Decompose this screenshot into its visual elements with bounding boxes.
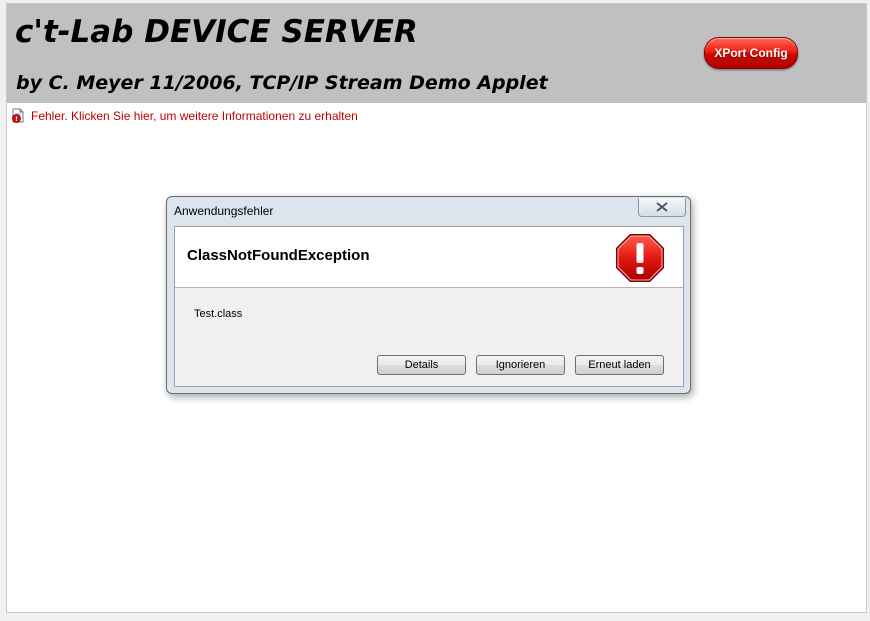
applet-error-link[interactable]: ! Fehler. Klicken Sie hier, um weitere I…	[11, 108, 358, 124]
page-title: c't-Lab DEVICE SERVER	[15, 14, 418, 50]
application-error-dialog: Anwendungsfehler ClassNotFoundException	[166, 196, 691, 394]
svg-text:!: !	[15, 115, 18, 123]
error-message: Test.class	[194, 308, 243, 320]
ignore-button[interactable]: Ignorieren	[476, 355, 565, 375]
exception-title: ClassNotFoundException	[187, 247, 370, 264]
details-button[interactable]: Details	[377, 355, 466, 375]
error-link-text: Fehler. Klicken Sie hier, um weitere Inf…	[31, 109, 358, 123]
reload-button[interactable]: Erneut laden	[575, 355, 664, 375]
dialog-header: ClassNotFoundException	[175, 227, 683, 288]
close-x-icon	[656, 202, 668, 212]
page-subtitle: by C. Meyer 11/2006, TCP/IP Stream Demo …	[16, 72, 548, 94]
dialog-body: ClassNotFoundException Test.class Detail…	[174, 226, 684, 387]
xport-config-button[interactable]: XPort Config	[704, 37, 798, 69]
header-banner: c't-Lab DEVICE SERVER by C. Meyer 11/200…	[7, 4, 866, 103]
dialog-title: Anwendungsfehler	[174, 204, 274, 218]
close-button[interactable]	[638, 198, 686, 217]
stop-exclamation-icon	[616, 234, 664, 282]
error-document-icon: !	[11, 108, 26, 123]
